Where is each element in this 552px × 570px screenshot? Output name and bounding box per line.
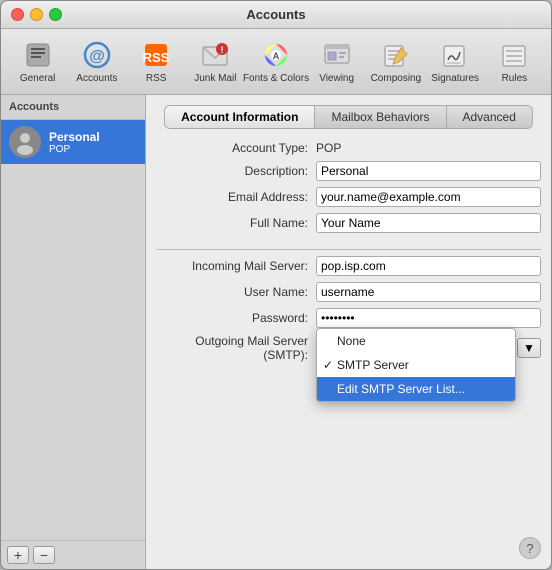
account-form-section1: Account Type: POP Description: Email Add… <box>156 141 541 233</box>
rss-icon: RSS <box>140 39 172 71</box>
rss-label: RSS <box>146 73 167 84</box>
fullname-row: Full Name: <box>156 213 541 233</box>
sidebar-footer: + − <box>1 540 145 569</box>
tab-mailbox-behaviors[interactable]: Mailbox Behaviors <box>315 106 446 128</box>
username-input[interactable] <box>316 282 541 302</box>
accounts-label: Accounts <box>76 73 117 84</box>
signatures-icon <box>439 39 471 71</box>
description-input[interactable] <box>316 161 541 181</box>
sidebar: Accounts Personal POP <box>1 95 146 569</box>
svg-text:@: @ <box>89 48 105 65</box>
fullname-input[interactable] <box>316 213 541 233</box>
tab-account-information[interactable]: Account Information <box>165 106 315 128</box>
password-row: Password: None SMTP Server <box>156 308 541 328</box>
username-row: User Name: <box>156 282 541 302</box>
account-form-section2: Incoming Mail Server: User Name: Passwor… <box>156 256 541 362</box>
svg-text:!: ! <box>221 45 224 55</box>
signatures-label: Signatures <box>431 73 479 84</box>
svg-text:RSS: RSS <box>143 50 170 65</box>
window-title: Accounts <box>246 7 305 22</box>
traffic-lights <box>11 8 62 21</box>
email-label: Email Address: <box>156 190 316 204</box>
composing-icon <box>380 39 412 71</box>
account-name: Personal <box>49 130 100 144</box>
viewing-label: Viewing <box>319 73 354 84</box>
incoming-server-label: Incoming Mail Server: <box>156 259 316 273</box>
junk-mail-icon: ! <box>199 39 231 71</box>
composing-label: Composing <box>371 73 422 84</box>
toolbar-item-fonts-colors[interactable]: A Fonts & Colors <box>246 35 306 88</box>
toolbar-item-general[interactable]: General <box>9 35 66 88</box>
tab-advanced[interactable]: Advanced <box>447 106 532 128</box>
tab-bar: Account Information Mailbox Behaviors Ad… <box>164 105 533 129</box>
outgoing-smtp-dropdown: None SMTP Server Edit SMTP Server List..… <box>316 328 516 402</box>
outgoing-server-label: Outgoing Mail Server (SMTP): <box>156 334 316 362</box>
fonts-colors-icon: A <box>260 39 292 71</box>
accounts-icon: @ <box>81 39 113 71</box>
description-row: Description: <box>156 161 541 181</box>
dropdown-item-smtp-server[interactable]: SMTP Server <box>317 353 515 377</box>
general-icon <box>22 39 54 71</box>
account-type-label: Account Type: <box>156 141 316 155</box>
description-label: Description: <box>156 164 316 178</box>
email-row: Email Address: <box>156 187 541 207</box>
account-type-value: POP <box>316 141 341 155</box>
general-label: General <box>20 73 56 84</box>
viewing-icon <box>321 39 353 71</box>
titlebar: Accounts <box>1 1 551 29</box>
main-area: Accounts Personal POP <box>1 95 551 569</box>
toolbar-item-viewing[interactable]: Viewing <box>308 35 365 88</box>
close-button[interactable] <box>11 8 24 21</box>
password-input[interactable] <box>316 308 541 328</box>
remove-account-button[interactable]: − <box>33 546 55 564</box>
email-input[interactable] <box>316 187 541 207</box>
help-button[interactable]: ? <box>519 537 541 559</box>
account-type: POP <box>49 144 100 155</box>
toolbar-item-composing[interactable]: Composing <box>367 35 424 88</box>
outgoing-server-button[interactable]: ▼ <box>517 338 541 358</box>
toolbar-item-accounts[interactable]: @ Accounts <box>68 35 125 88</box>
fullname-label: Full Name: <box>156 216 316 230</box>
toolbar-item-rss[interactable]: RSS RSS <box>128 35 185 88</box>
form-separator <box>156 249 541 250</box>
sidebar-header: Accounts <box>1 95 145 120</box>
account-type-row: Account Type: POP <box>156 141 541 155</box>
toolbar: General @ Accounts RSS RSS <box>1 29 551 95</box>
sidebar-list: Personal POP <box>1 120 145 540</box>
fonts-colors-label: Fonts & Colors <box>243 73 309 84</box>
content-panel: Account Information Mailbox Behaviors Ad… <box>146 95 551 569</box>
toolbar-item-signatures[interactable]: Signatures <box>427 35 484 88</box>
incoming-server-row: Incoming Mail Server: <box>156 256 541 276</box>
add-account-button[interactable]: + <box>7 546 29 564</box>
username-label: User Name: <box>156 285 316 299</box>
dropdown-item-edit-smtp[interactable]: Edit SMTP Server List... <box>317 377 515 401</box>
window: Accounts General @ Accou <box>0 0 552 570</box>
maximize-button[interactable] <box>49 8 62 21</box>
sidebar-item-personal[interactable]: Personal POP <box>1 120 145 164</box>
minimize-button[interactable] <box>30 8 43 21</box>
svg-text:A: A <box>273 51 280 61</box>
password-label: Password: <box>156 311 316 325</box>
account-info: Personal POP <box>49 130 100 155</box>
toolbar-item-junk-mail[interactable]: ! Junk Mail <box>187 35 244 88</box>
rules-label: Rules <box>502 73 528 84</box>
toolbar-item-rules[interactable]: Rules <box>486 35 543 88</box>
account-avatar <box>9 126 41 158</box>
rules-icon <box>498 39 530 71</box>
incoming-server-input[interactable] <box>316 256 541 276</box>
password-container: None SMTP Server Edit SMTP Server List..… <box>316 308 541 328</box>
dropdown-item-none[interactable]: None <box>317 329 515 353</box>
junk-mail-label: Junk Mail <box>194 73 236 84</box>
